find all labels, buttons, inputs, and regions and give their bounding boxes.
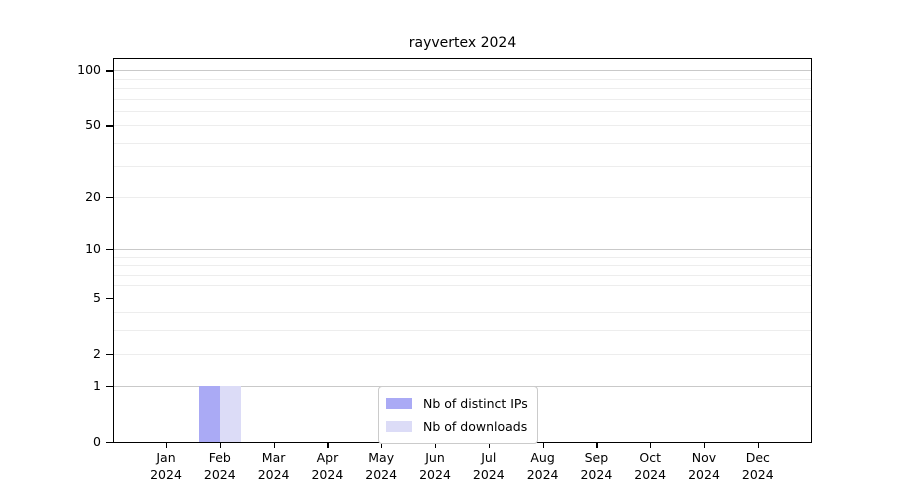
y-tick-mark (106, 248, 113, 251)
x-tick-mark (757, 442, 759, 448)
x-tick-label: Feb 2024 (203, 450, 236, 482)
x-tick-mark (596, 442, 598, 448)
x-tick-mark (542, 442, 544, 448)
x-tick-mark (273, 442, 275, 448)
minor-gridline (114, 125, 811, 127)
minor-gridline (114, 353, 811, 355)
chart-title: rayvertex 2024 (408, 35, 517, 51)
minor-gridline (114, 165, 811, 167)
x-tick-label: Mar 2024 (257, 450, 290, 482)
chart-figure: rayvertex 2024 Nb of distinct IPs Nb of … (0, 0, 900, 500)
minor-gridline (114, 265, 811, 267)
x-tick-label: May 2024 (365, 450, 398, 482)
y-tick-mark (106, 386, 113, 388)
minor-gridline (114, 285, 811, 287)
x-tick-mark (327, 442, 329, 448)
x-tick-label: Jun 2024 (419, 450, 451, 482)
minor-gridline (114, 88, 811, 90)
minor-gridline (114, 312, 811, 314)
minor-gridline (114, 142, 811, 144)
minor-gridline (114, 98, 811, 100)
x-tick-label: Nov 2024 (688, 450, 720, 482)
x-tick-label: Jan 2024 (150, 450, 182, 482)
legend-swatch-distinct-ips (386, 398, 412, 409)
x-tick-mark (166, 442, 168, 448)
y-tick-label: 20 (85, 188, 101, 204)
y-tick-label: 5 (93, 289, 101, 305)
legend-label-downloads: Nb of downloads (423, 419, 528, 434)
x-tick-label: Sep 2024 (580, 450, 613, 482)
bar-downloads (219, 386, 241, 442)
x-tick-label: Oct 2024 (634, 450, 667, 482)
y-tick-mark (106, 442, 113, 444)
minor-gridline (114, 330, 811, 332)
y-tick-mark (106, 297, 113, 299)
bar-distinct-ips (198, 386, 220, 442)
major-gridline (114, 70, 811, 72)
plot-area: Nb of distinct IPs Nb of downloads (113, 58, 812, 444)
legend-label-distinct-ips: Nb of distinct IPs (423, 396, 528, 411)
y-tick-label: 10 (85, 240, 101, 256)
minor-gridline (114, 110, 811, 112)
x-tick-label: Dec 2024 (741, 450, 774, 482)
minor-gridline (114, 196, 811, 198)
legend-item-downloads: Nb of downloads (386, 416, 528, 437)
y-tick-label: 2 (93, 345, 101, 361)
minor-gridline (114, 78, 811, 80)
y-tick-mark (106, 196, 113, 199)
x-tick-label: Jul 2024 (472, 450, 505, 482)
x-tick-mark (704, 442, 706, 448)
x-tick-label: Apr 2024 (311, 450, 344, 482)
y-tick-label: 0 (93, 434, 101, 449)
x-tick-mark (650, 442, 652, 448)
x-tick-mark (219, 442, 221, 448)
minor-gridline (114, 256, 811, 258)
y-tick-mark (106, 125, 113, 127)
legend: Nb of distinct IPs Nb of downloads (378, 386, 538, 444)
legend-swatch-downloads (386, 421, 412, 432)
legend-item-distinct-ips: Nb of distinct IPs (386, 393, 528, 414)
y-tick-label: 100 (77, 62, 101, 78)
minor-gridline (114, 274, 811, 276)
y-tick-label: 50 (85, 117, 101, 133)
x-tick-label: Aug 2024 (526, 450, 559, 482)
y-tick-mark (106, 353, 113, 355)
y-tick-label: 1 (93, 378, 101, 394)
major-gridline (114, 248, 811, 250)
y-tick-mark (106, 70, 113, 72)
